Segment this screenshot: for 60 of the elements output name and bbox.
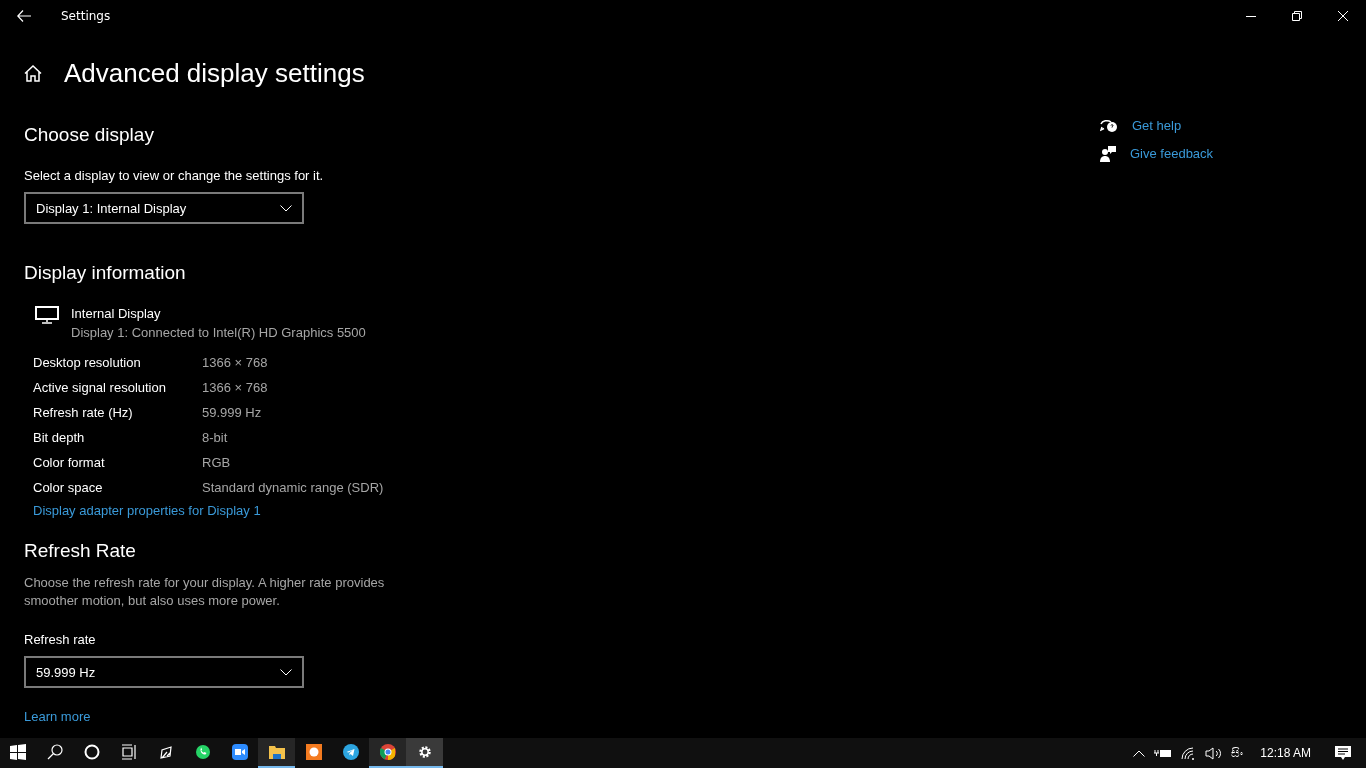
minimize-icon (1246, 15, 1256, 17)
display-dropdown[interactable]: Display 1: Internal Display (24, 192, 304, 224)
refresh-rate-dropdown[interactable]: 59.999 Hz (24, 656, 304, 688)
chevron-down-icon (280, 204, 292, 212)
monitor-icon (35, 306, 59, 324)
info-value: Standard dynamic range (SDR) (202, 480, 384, 495)
battery-icon[interactable] (1154, 748, 1173, 758)
info-value: 8-bit (202, 430, 228, 445)
pen-icon (157, 744, 174, 760)
video-camera-icon (231, 744, 248, 760)
info-label: Color format (33, 455, 106, 470)
info-label: Bit depth (33, 430, 86, 445)
section-heading: Refresh Rate (24, 540, 137, 562)
back-arrow-icon (17, 10, 31, 22)
display-detail: Display 1: Connected to Intel(R) HD Graphics 5500 (71, 325, 366, 340)
info-label: Desktop resolution (33, 355, 142, 370)
feedback-icon (1100, 146, 1116, 162)
description-text: Choose the refresh rate for your display. A higher rate provides smoother motion, but also uses more power. (24, 574, 386, 610)
info-value: 1366 × 768 (202, 380, 268, 395)
browser-icon (379, 744, 396, 760)
help-chat-icon (1100, 118, 1118, 134)
section-heading: Display information (24, 262, 187, 284)
taskbar-button[interactable] (406, 738, 443, 768)
help-link[interactable]: Get help (1132, 118, 1182, 133)
gear-icon (416, 744, 433, 760)
window-title: Settings (61, 9, 112, 23)
info-label: Active signal resolution (33, 380, 167, 395)
chat-icon (194, 744, 211, 760)
page-title: Advanced display settings (64, 57, 365, 89)
circle-icon (83, 744, 100, 760)
info-value: 1366 × 768 (202, 355, 268, 370)
language-indicator[interactable]: සිං (1231, 746, 1244, 760)
field-label: Refresh rate (24, 632, 97, 647)
learn-more-link[interactable]: Learn more (24, 709, 91, 724)
section-heading: Choose display (24, 124, 155, 146)
record-icon (305, 744, 322, 760)
display-name: Internal Display (71, 306, 162, 321)
chevron-down-icon (280, 668, 292, 676)
task-view-icon (120, 744, 137, 760)
folder-icon (268, 744, 285, 760)
speaker-icon[interactable] (1205, 746, 1223, 760)
windows-icon (10, 744, 26, 760)
paper-plane-icon (342, 744, 359, 760)
field-label: Select a display to view or change the settings for it. (24, 168, 325, 183)
home-icon[interactable] (24, 64, 42, 82)
wifi-icon[interactable] (1181, 746, 1197, 760)
notification-icon (1335, 745, 1351, 761)
taskbar-button[interactable] (369, 738, 406, 768)
info-label: Color space (33, 480, 104, 495)
info-label: Refresh rate (Hz) (33, 405, 134, 420)
adapter-properties-link[interactable]: Display adapter properties for Display 1 (33, 503, 261, 518)
help-link[interactable]: Give feedback (1130, 146, 1214, 161)
taskbar-button[interactable] (258, 738, 295, 768)
close-icon (1338, 11, 1348, 21)
restore-icon (1292, 11, 1302, 21)
clock[interactable]: 12:18 AM (1260, 746, 1311, 760)
search-icon (46, 744, 63, 760)
chevron-up-icon[interactable] (1133, 749, 1146, 757)
info-value: 59.999 Hz (202, 405, 262, 420)
info-value: RGB (202, 455, 231, 470)
